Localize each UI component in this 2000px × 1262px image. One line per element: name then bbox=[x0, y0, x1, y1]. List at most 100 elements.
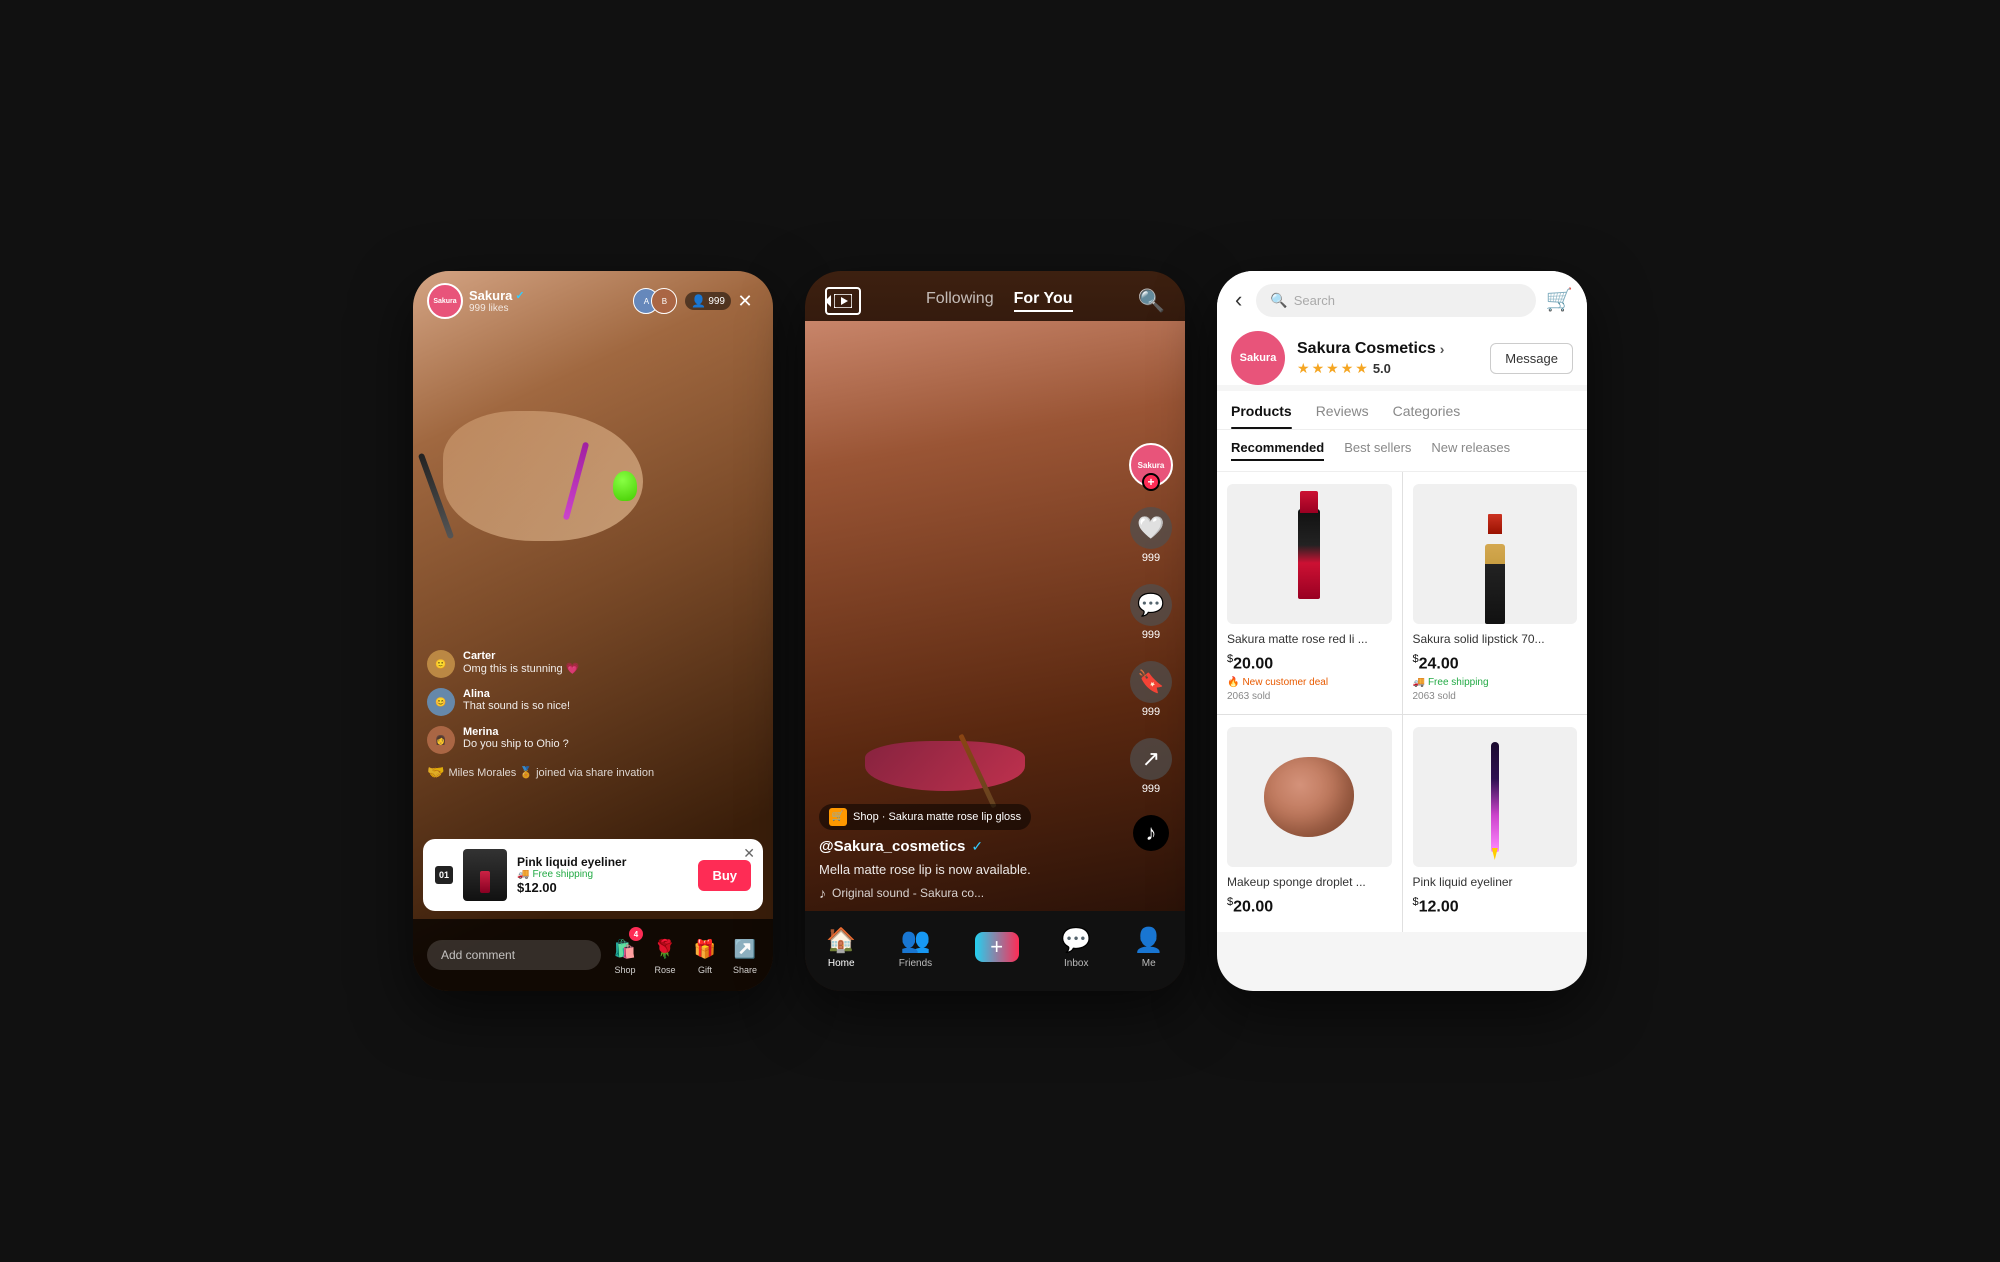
tab-products[interactable]: Products bbox=[1231, 391, 1292, 429]
s1-comments-area: 🙂 Carter Omg this is stunning 💗 😊 Alina … bbox=[427, 650, 654, 781]
star-icon: ★ bbox=[1326, 360, 1339, 377]
s1-product-close[interactable]: ✕ bbox=[743, 845, 755, 862]
s2-bookmark-item[interactable]: 🔖 999 bbox=[1130, 661, 1172, 718]
s2-live-badge bbox=[825, 287, 861, 315]
screen2-feed: Following For You 🔍 Sakura + 🤍 999 💬 999 bbox=[805, 271, 1185, 991]
s1-close-button[interactable]: ✕ bbox=[731, 287, 759, 315]
s2-verified-badge: ✓ bbox=[971, 838, 983, 855]
bookmark-icon: 🔖 bbox=[1130, 661, 1172, 703]
live-icon bbox=[825, 287, 861, 315]
s2-tiktok-spin: ♪ bbox=[1133, 815, 1169, 851]
comment-body-3: Merina Do you ship to Ohio ? bbox=[463, 726, 569, 750]
subtab-best-sellers[interactable]: Best sellers bbox=[1344, 440, 1411, 461]
shipping-icon: 🚚 bbox=[1413, 677, 1425, 688]
s3-back-button[interactable]: ‹ bbox=[1231, 283, 1246, 317]
s2-share-item[interactable]: ↗ 999 bbox=[1130, 738, 1172, 795]
s3-shop-info: Sakura Cosmetics › ★ ★ ★ ★ ★ 5.0 bbox=[1297, 340, 1478, 377]
s1-product-shipping: 🚚 Free shipping bbox=[517, 869, 688, 880]
s2-comment-count: 999 bbox=[1142, 629, 1160, 641]
comment-bubble-icon: 💬 bbox=[1130, 584, 1172, 626]
share-icon: ↗️ bbox=[731, 935, 759, 963]
s2-shop-tag[interactable]: 🛒 Shop · Sakura matte rose lip gloss bbox=[819, 804, 1031, 830]
s1-comment-input[interactable]: Add comment bbox=[427, 940, 601, 970]
s1-rose-icon[interactable]: 🌹 Rose bbox=[651, 935, 679, 975]
s1-product-card: ✕ 01 Pink liquid eyeliner 🚚 Free shippin… bbox=[423, 839, 763, 911]
s1-shop-icon[interactable]: 🛍️ 4 Shop bbox=[611, 935, 639, 975]
nav-add[interactable]: + bbox=[975, 932, 1019, 962]
tab-reviews[interactable]: Reviews bbox=[1316, 391, 1369, 429]
tab-categories[interactable]: Categories bbox=[1393, 391, 1461, 429]
tab-following[interactable]: Following bbox=[926, 290, 994, 312]
comment-avatar-1: 🙂 bbox=[427, 650, 455, 678]
star-icon: ★ bbox=[1355, 360, 1368, 377]
star-icon: ★ bbox=[1341, 360, 1354, 377]
lipstick2-tip bbox=[1488, 514, 1502, 534]
add-button[interactable]: + bbox=[975, 932, 1019, 962]
s1-product-image bbox=[463, 849, 507, 901]
s3-cart-button[interactable]: 🛒 bbox=[1546, 287, 1573, 313]
gift-label: Gift bbox=[698, 965, 712, 975]
s3-main-tabs: Products Reviews Categories bbox=[1217, 391, 1587, 430]
s1-name-area: Sakura ✓ 999 likes bbox=[469, 288, 641, 314]
s2-like-count: 999 bbox=[1142, 552, 1160, 564]
s2-lips bbox=[865, 741, 1025, 791]
s1-product-price: $12.00 bbox=[517, 880, 688, 895]
product-card-3[interactable]: Makeup sponge droplet ... $20.00 bbox=[1217, 715, 1402, 932]
s2-music-info: ♪ Original sound - Sakura co... bbox=[819, 885, 1115, 901]
tab-for-you[interactable]: For You bbox=[1014, 290, 1073, 312]
product-card-1[interactable]: Sakura matte rose red li ... $20.00 🔥 Ne… bbox=[1217, 472, 1402, 714]
product-card-2[interactable]: Sakura solid lipstick 70... $24.00 🚚 Fre… bbox=[1403, 472, 1588, 714]
s3-message-button[interactable]: Message bbox=[1490, 343, 1573, 374]
s2-bottom-nav: 🏠 Home 👥 Friends + 💬 Inbox 👤 Me bbox=[805, 911, 1185, 991]
nav-home[interactable]: 🏠 Home bbox=[826, 926, 856, 969]
heart-icon: 🤍 bbox=[1130, 507, 1172, 549]
home-label: Home bbox=[828, 958, 855, 969]
product-price-4: $12.00 bbox=[1413, 896, 1578, 916]
product-image-2 bbox=[1413, 484, 1578, 624]
shop-cart-icon: 🛒 bbox=[829, 808, 847, 826]
s2-top-bar: Following For You 🔍 bbox=[805, 271, 1185, 323]
friends-label: Friends bbox=[899, 958, 932, 969]
comment-body-1: Carter Omg this is stunning 💗 bbox=[463, 650, 579, 675]
product-tag-1: 🔥 New customer deal bbox=[1227, 677, 1392, 688]
s3-shop-name[interactable]: Sakura Cosmetics › bbox=[1297, 340, 1478, 358]
s1-gift-icon[interactable]: 🎁 Gift bbox=[691, 935, 719, 975]
s2-like-item[interactable]: 🤍 999 bbox=[1130, 507, 1172, 564]
tiktok-record-icon: ♪ bbox=[1133, 815, 1169, 851]
music-note-icon: ♪ bbox=[819, 885, 826, 901]
s2-profile-item[interactable]: Sakura + bbox=[1129, 443, 1173, 487]
product-image-1 bbox=[1227, 484, 1392, 624]
s2-username-row: @Sakura_cosmetics ✓ bbox=[819, 838, 1115, 855]
share-label: Share bbox=[733, 965, 757, 975]
comment-avatar-2: 😊 bbox=[427, 688, 455, 716]
s2-right-sidebar: Sakura + 🤍 999 💬 999 🔖 999 ↗ 999 ♪ bbox=[1129, 443, 1173, 851]
subtab-new-releases[interactable]: New releases bbox=[1431, 440, 1510, 461]
s3-sub-tabs: Recommended Best sellers New releases bbox=[1217, 430, 1587, 472]
sponge-graphic bbox=[1264, 757, 1354, 837]
gift-icon: 🎁 bbox=[691, 935, 719, 963]
screen1-live: Sakura Sakura ✓ 999 likes A B 👤 999 ✕ bbox=[413, 271, 773, 991]
s3-search-bar[interactable]: 🔍 Search bbox=[1256, 284, 1535, 317]
s2-follow-button[interactable]: + bbox=[1142, 473, 1160, 491]
s1-share-icon[interactable]: ↗️ Share bbox=[731, 935, 759, 975]
nav-me[interactable]: 👤 Me bbox=[1134, 926, 1164, 969]
s2-at-username[interactable]: @Sakura_cosmetics bbox=[819, 838, 965, 855]
subtab-recommended[interactable]: Recommended bbox=[1231, 440, 1324, 461]
s1-viewer-avatars: A B bbox=[641, 288, 677, 314]
s2-comment-item[interactable]: 💬 999 bbox=[1130, 584, 1172, 641]
nav-inbox[interactable]: 💬 Inbox bbox=[1061, 926, 1091, 969]
s1-mini-avatar-2: B bbox=[651, 288, 677, 314]
rose-label: Rose bbox=[654, 965, 675, 975]
s3-rating-stars: ★ ★ ★ ★ ★ 5.0 bbox=[1297, 360, 1478, 377]
product-name-3: Makeup sponge droplet ... bbox=[1227, 875, 1392, 891]
nav-friends[interactable]: 👥 Friends bbox=[899, 926, 932, 969]
comment-item: 🙂 Carter Omg this is stunning 💗 bbox=[427, 650, 654, 678]
s3-products-grid: Sakura matte rose red li ... $20.00 🔥 Ne… bbox=[1217, 472, 1587, 932]
product-tag-2: 🚚 Free shipping bbox=[1413, 677, 1578, 688]
s1-buy-button[interactable]: Buy bbox=[698, 860, 751, 891]
home-icon: 🏠 bbox=[826, 926, 856, 955]
product-card-4[interactable]: Pink liquid eyeliner $12.00 bbox=[1403, 715, 1588, 932]
product-sold-2: 2063 sold bbox=[1413, 691, 1578, 702]
s2-search-button[interactable]: 🔍 bbox=[1138, 288, 1165, 314]
shop-label: Shop bbox=[614, 965, 635, 975]
